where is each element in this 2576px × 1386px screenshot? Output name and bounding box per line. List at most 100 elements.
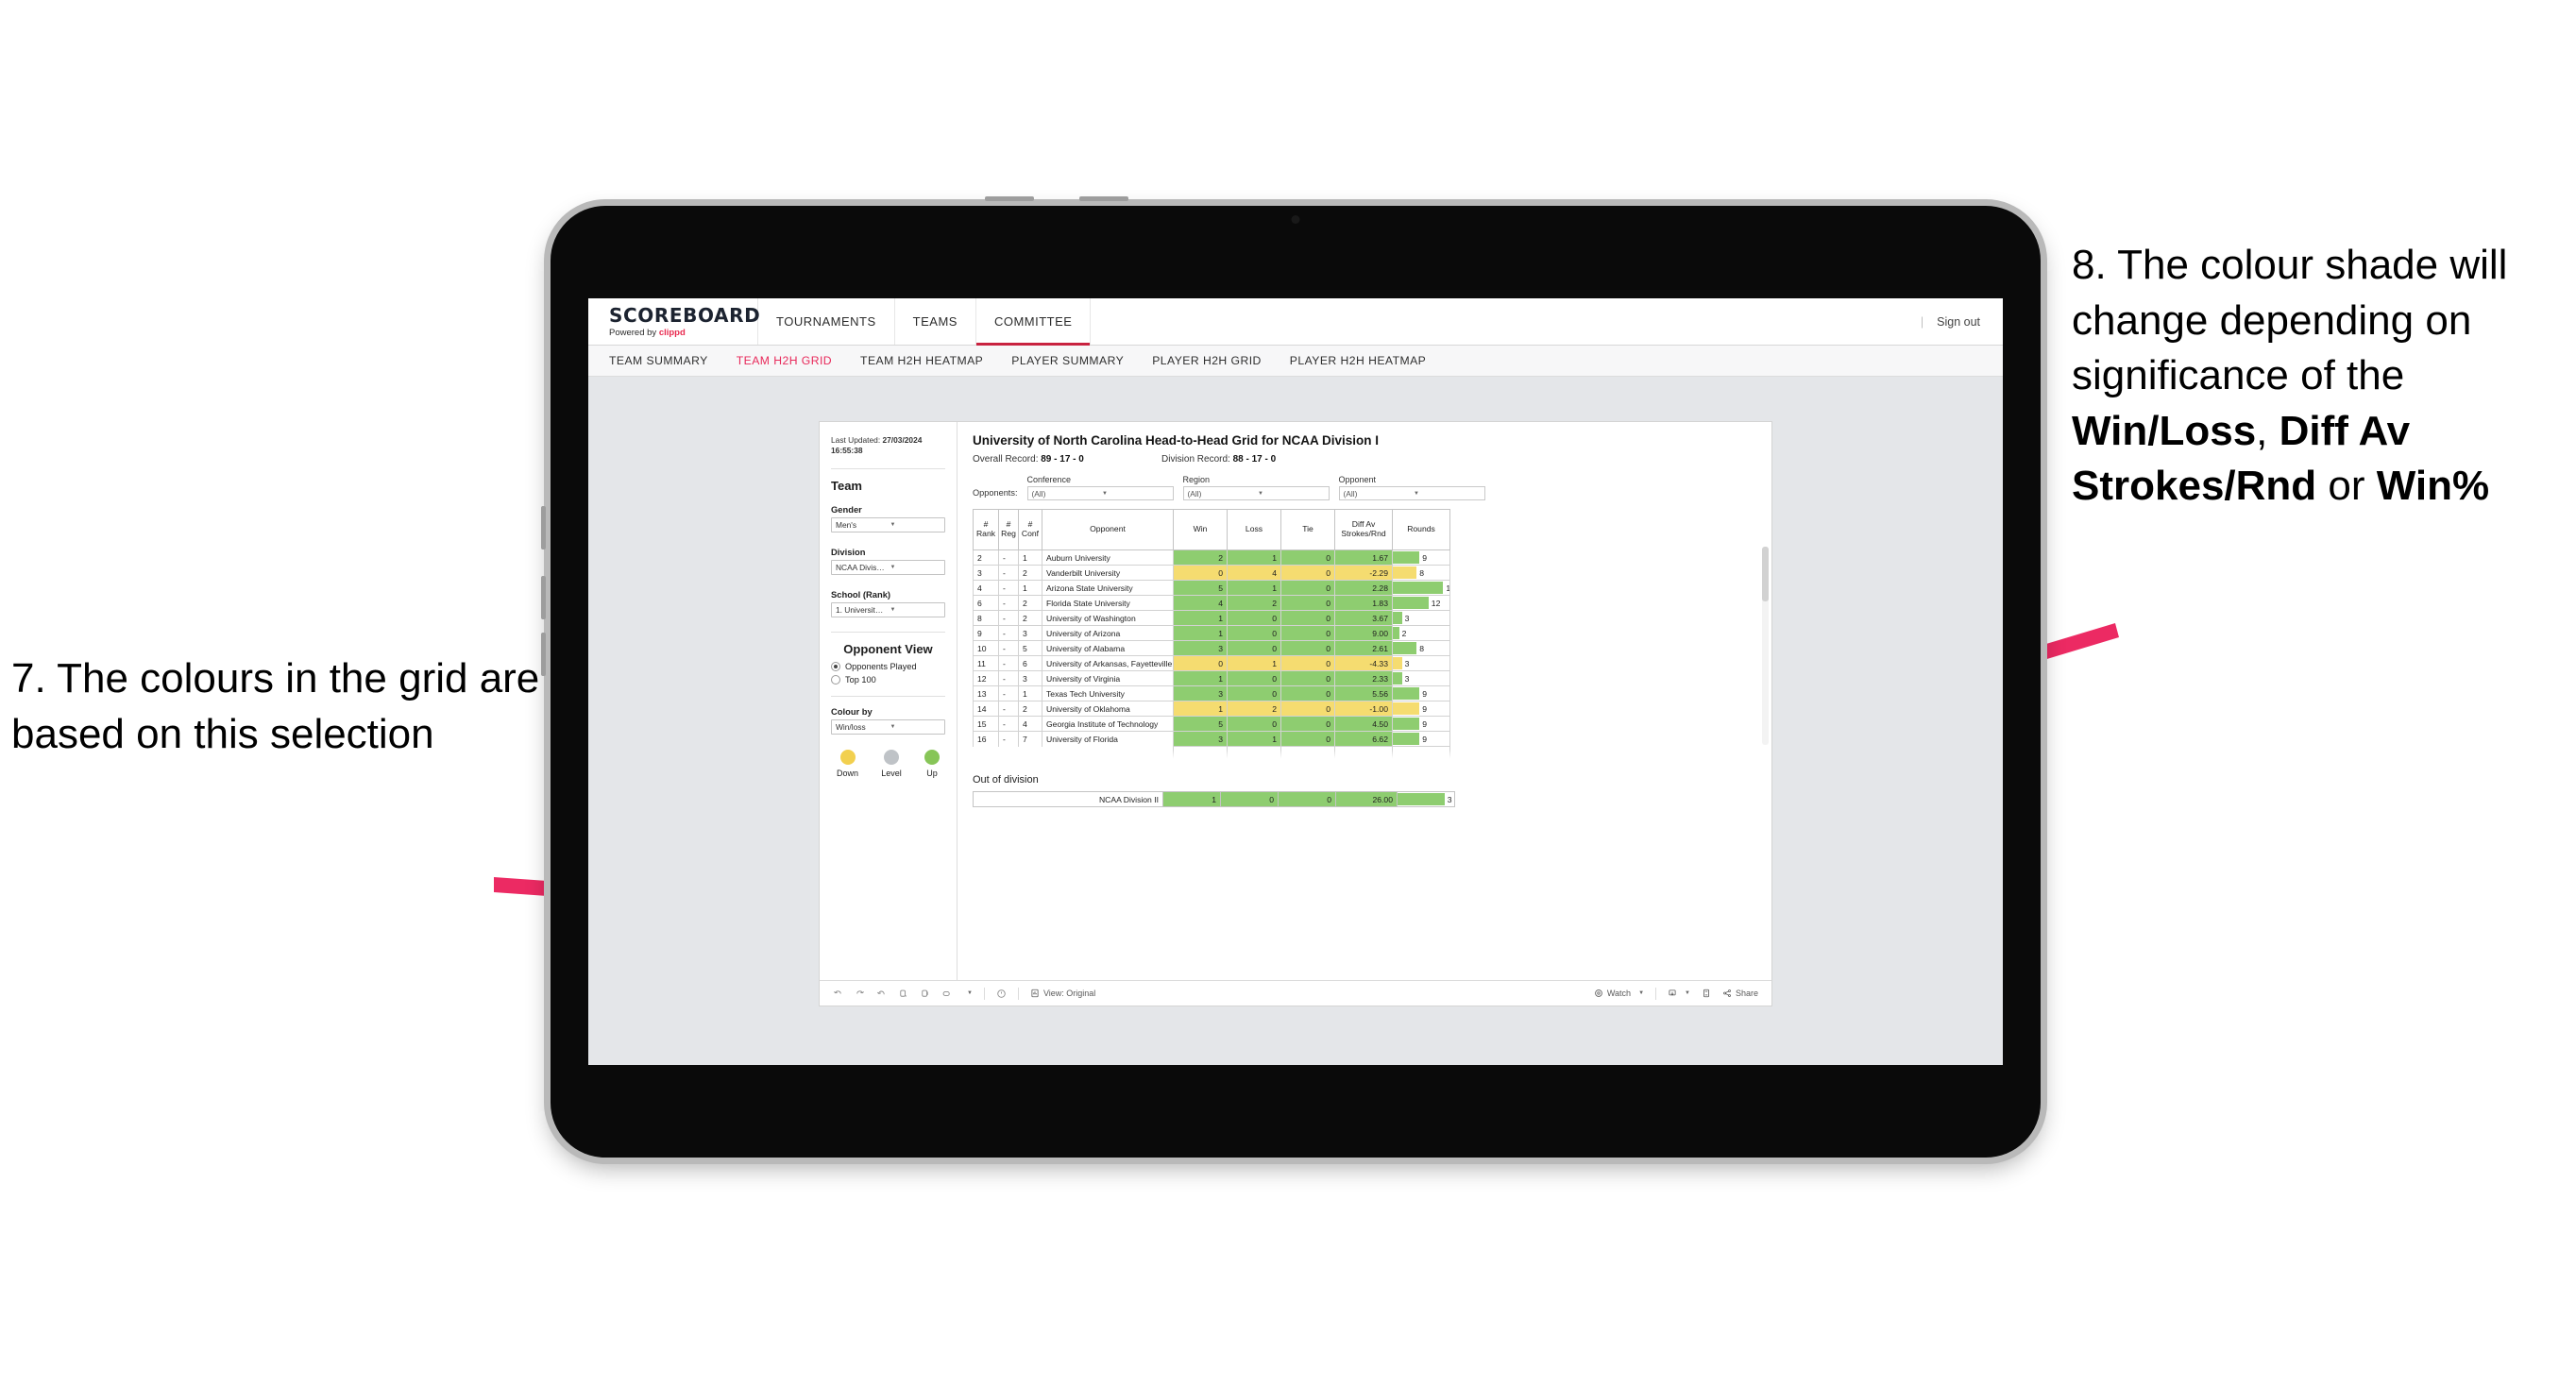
legend-item-down: Down [837, 749, 858, 778]
help-icon[interactable] [996, 989, 1007, 999]
cell-win: 1 [1173, 625, 1228, 641]
sign-out-link[interactable]: Sign out [1937, 315, 1980, 329]
subtab-player-summary[interactable]: PLAYER SUMMARY [1011, 354, 1124, 367]
division-value: NCAA Division I [836, 562, 887, 572]
subtab-player-h2h-grid[interactable]: PLAYER H2H GRID [1152, 354, 1262, 367]
watch-button[interactable]: Watch ▼ [1594, 989, 1644, 998]
cell-tie: 0 [1280, 670, 1335, 686]
cell-reg: - [998, 716, 1019, 732]
table-row[interactable]: 16-7 University of Florida 3 1 0 6.62 9 [973, 731, 1450, 747]
cell-reg: - [998, 655, 1019, 671]
chevron-down-icon[interactable]: ▼ [967, 990, 973, 996]
cell-win: 2 [1173, 549, 1228, 566]
nav-tab-teams[interactable]: TEAMS [895, 298, 976, 345]
table-row[interactable]: 6-2 Florida State University 4 2 0 1.83 12 [973, 595, 1450, 611]
cell-opponent: Vanderbilt University [1042, 565, 1174, 581]
rounds-value: 17 [1443, 583, 1449, 593]
download-button[interactable]: ▼ [1668, 989, 1690, 998]
table-row[interactable]: 2-1 Auburn University 2 1 0 1.67 9 [973, 549, 1450, 566]
cell-reg: - [998, 731, 1019, 747]
school-select[interactable]: 1. University of Nort... ▼ [831, 601, 945, 617]
nav-tab-committee[interactable]: COMMITTEE [975, 298, 1092, 346]
cell-tie: 0 [1280, 655, 1335, 671]
cell-rank: 4 [973, 580, 999, 596]
radio-top-100[interactable]: Top 100 [831, 674, 945, 685]
table-row[interactable]: 15-4 Georgia Institute of Technology 5 0 0 4.… [973, 716, 1450, 732]
cell-reg: - [998, 685, 1019, 701]
table-row[interactable]: 13-1 Texas Tech University 3 0 0 5.56 9 [973, 685, 1450, 701]
chevron-down-icon: ▼ [1102, 490, 1108, 497]
cell-conf: 3 [1018, 625, 1042, 641]
filter-sidebar: Last Updated: 27/03/2024 16:55:38 Team G… [820, 422, 958, 980]
cell-reg: - [998, 610, 1019, 626]
scrollbar-thumb[interactable] [1762, 547, 1769, 601]
table-scrollbar[interactable] [1762, 547, 1769, 745]
cell-rounds: 17 [1392, 580, 1450, 596]
table-row[interactable]: 9-3 University of Arizona 1 0 0 9.00 2 [973, 625, 1450, 641]
table-row[interactable]: 11-6 University of Arkansas, Fayetteville… [973, 655, 1450, 671]
redo-icon[interactable] [855, 989, 865, 999]
cell-blank [1173, 746, 1228, 762]
cell-win: 1 [1173, 670, 1228, 686]
team-heading: Team [831, 478, 862, 493]
pause-icon[interactable] [920, 989, 930, 999]
cell-loss: 0 [1227, 625, 1281, 641]
cell-blank [1018, 746, 1042, 762]
subtab-team-summary[interactable]: TEAM SUMMARY [609, 354, 708, 367]
subtab-team-h2h-heatmap[interactable]: TEAM H2H HEATMAP [860, 354, 983, 367]
device-button-c [541, 633, 546, 676]
cell-rounds: 9 [1392, 549, 1450, 566]
radio-opponents-played[interactable]: Opponents Played [831, 661, 945, 671]
shape-icon[interactable] [941, 989, 952, 999]
cell-diff: 2.33 [1334, 670, 1393, 686]
share-button[interactable]: Share [1722, 989, 1758, 998]
subtab-team-h2h-grid[interactable]: TEAM H2H GRID [737, 354, 832, 367]
cell-rank: 8 [973, 610, 999, 626]
cell-rank: 14 [973, 701, 999, 717]
cell-opponent: Georgia Institute of Technology [1042, 716, 1174, 732]
table-row[interactable]: 4-1Arizona State University5102.2817 [973, 580, 1450, 596]
undo-icon[interactable] [833, 989, 843, 999]
workbook-toolbar: ▼ View: Original Watch ▼ ▼ Share [820, 980, 1771, 1006]
workbook-canvas: Last Updated: 27/03/2024 16:55:38 Team G… [588, 377, 2003, 1065]
rounds-bar-fill [1393, 642, 1417, 654]
subtab-player-h2h-heatmap[interactable]: PLAYER H2H HEATMAP [1290, 354, 1426, 367]
brand-title: SCOREBOARD [609, 303, 761, 327]
cell-opponent: University of Virginia [1042, 670, 1174, 686]
filter-opponent: Opponent (All) ▼ [1338, 475, 1485, 500]
refresh-icon[interactable] [898, 989, 908, 999]
cell-diff: 3.67 [1334, 610, 1393, 626]
table-row[interactable]: 14-2 University of Oklahoma 1 2 0 -1.00 9 [973, 701, 1450, 717]
rounds-bar: 12 [1393, 597, 1449, 609]
brand-logo[interactable]: SCOREBOARD Powered by clippd [588, 298, 761, 345]
table-row[interactable]: 3-2 Vanderbilt University 0 4 0 -2.29 8 [973, 565, 1450, 581]
chevron-down-icon: ▼ [890, 606, 896, 613]
radio-top-100-label: Top 100 [845, 674, 876, 685]
view-original-button[interactable]: View: Original [1030, 989, 1095, 998]
rounds-bar: 3 [1393, 672, 1449, 685]
filter-region-select[interactable]: (All) ▼ [1182, 486, 1330, 500]
gender-select[interactable]: Men's ▼ [831, 516, 945, 532]
filter-conference-select[interactable]: (All) ▼ [1026, 486, 1174, 500]
cell-diff: 1.83 [1334, 595, 1393, 611]
table-row[interactable]: 10-5 University of Alabama 3 0 0 2.61 8 [973, 640, 1450, 656]
table-head: # Rank # Reg # Conf Opponent Win Loss Tie D… [973, 509, 1450, 550]
table-row[interactable]: 12-3 University of Virginia 1 0 0 2.33 3 [973, 670, 1450, 686]
cell-rank: 13 [973, 685, 999, 701]
annotation-right-emphasis: Win/Loss [2072, 407, 2257, 454]
cell-win: 5 [1173, 716, 1228, 732]
filter-opponent-select[interactable]: (All) ▼ [1338, 486, 1485, 500]
division-select[interactable]: NCAA Division I ▼ [831, 559, 945, 575]
table-row[interactable]: 8-2 University of Washington 1 0 0 3.67 3 [973, 610, 1450, 626]
nav-tab-tournaments[interactable]: TOURNAMENTS [758, 298, 895, 345]
cell-diff: 6.62 [1334, 731, 1393, 747]
view-original-label: View: Original [1042, 989, 1096, 998]
revert-icon[interactable] [876, 989, 887, 999]
cell-win: 0 [1173, 655, 1228, 671]
colour-by-select[interactable]: Win/loss ▼ [831, 718, 945, 735]
fullscreen-button[interactable] [1702, 989, 1711, 998]
radio-icon [831, 674, 840, 685]
col-opponent: Opponent [1042, 509, 1174, 550]
rounds-value: 9 [1422, 552, 1427, 563]
cell-opponent: University of Oklahoma [1042, 701, 1174, 717]
